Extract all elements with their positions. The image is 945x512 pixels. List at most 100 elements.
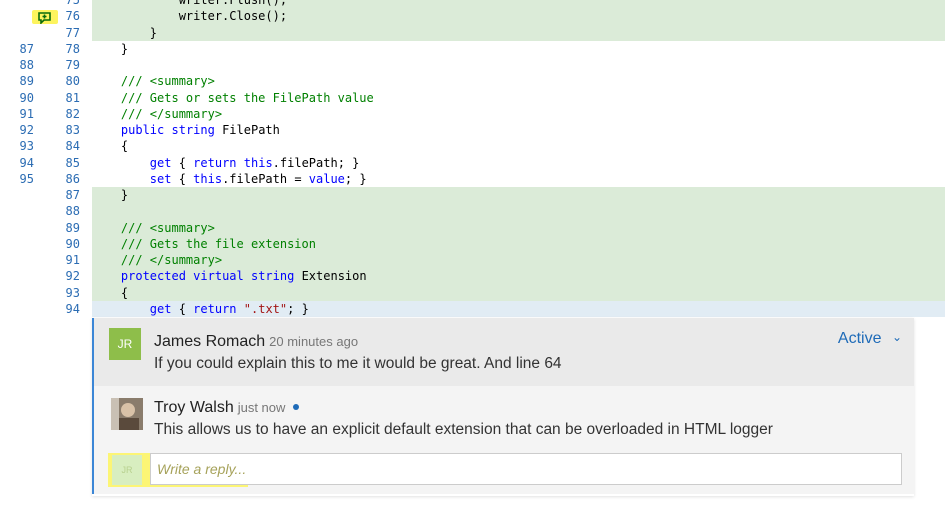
old-line-number: 90 [19,90,34,105]
code-token: get [149,155,172,170]
code-token: { [171,301,194,316]
comment-text: This allows us to have an explicit defau… [154,421,773,438]
code-token: return [193,155,237,170]
code-line: 92 83 public string FilePath [0,122,945,138]
new-line-number: 87 [65,188,80,202]
avatar: JR [109,328,141,360]
code-token: } [92,25,158,40]
comment-author[interactable]: Troy Walsh [154,399,234,416]
code-token: this [193,171,223,186]
code-text: writer.Close(); [92,8,287,24]
comment-thread: JR James Romach 20 minutes ago If you cou… [92,318,914,494]
new-line-number: 75 [65,0,80,7]
new-line-number: 92 [65,269,80,284]
new-line-number: 93 [65,285,80,300]
code-token: return [193,301,237,316]
code-line: 90 /// Gets the file extension [0,235,945,252]
new-line-number: 89 [65,220,80,235]
comment: JR James Romach 20 minutes ago If you cou… [94,318,914,386]
code-token: writer.Flush(); [92,0,288,7]
new-line-number: 80 [65,74,80,89]
code-token: virtual [193,269,244,284]
old-line-number: 93 [19,139,34,154]
code-text: /// <summary> [92,73,215,89]
status-dropdown[interactable]: Active ⌄ [838,330,902,348]
new-line-number: 86 [65,171,80,186]
unread-dot-icon [292,404,299,410]
code-line: 93 { [0,284,945,301]
line-highlight [92,284,945,301]
new-line-number: 82 [65,106,80,121]
avatar-photo-icon [111,398,143,430]
code-text: public string FilePath [92,122,280,138]
code-text: } [92,187,128,203]
code-token: FilePath [214,123,280,137]
new-line-number: 94 [65,301,80,316]
code-token: ".txt" [243,301,288,316]
diff-view: 75 writer.Flush(); 76 writer.Close(); 77 }… [0,0,945,320]
code-token: /// Gets or sets the FilePath value [92,90,374,105]
code-token: .filePath; } [272,155,360,170]
code-text: /// </summary> [92,106,222,122]
code-token: .filePath = [222,171,309,186]
code-text: } [92,25,157,41]
comment-author[interactable]: James Romach [154,333,265,350]
avatar [111,398,143,430]
old-line-number: 89 [19,74,34,89]
code-text: set { this.filePath = value; } [92,171,367,187]
old-line-number: 94 [19,155,34,170]
new-line-number: 90 [65,236,80,251]
comment-header: Troy Walsh just now [154,399,299,417]
new-line-number: 91 [65,253,80,267]
code-token: { [92,139,129,154]
new-line-number: 85 [65,155,80,170]
old-line-number: 87 [19,41,34,56]
code-token: protected [120,269,186,284]
line-highlight [92,219,945,236]
code-token: get [149,301,172,316]
code-line: 89 80 /// <summary> [0,73,945,89]
comment-timestamp: just now [237,400,286,415]
code-line: 87 } [0,187,945,204]
code-token: public [120,123,165,137]
code-token: Extension [294,269,367,284]
old-line-number: 92 [19,123,34,137]
new-line-number: 78 [65,41,80,56]
reply-input[interactable] [155,460,759,478]
code-text: /// <summary> [92,220,215,236]
code-text: } [92,41,128,57]
code-text: get { return ".txt"; } [92,301,309,317]
old-line-number: 88 [19,58,34,72]
code-token: } [92,188,129,202]
code-text: { [92,138,128,154]
code-line: 88 [0,203,945,220]
code-token: ; } [344,171,367,186]
code-token: /// <summary> [92,74,215,89]
line-highlight [92,187,945,204]
code-token: { [171,171,194,186]
code-token: string [250,269,295,284]
reply-box[interactable] [150,453,902,485]
code-token: writer.Close(); [92,9,288,24]
comment-text: If you could explain this to me it would… [154,355,562,372]
code-line: 87 78 } [0,41,945,57]
code-text: writer.Flush(); [92,0,287,8]
code-line: 89 /// <summary> [0,219,945,236]
code-line: 95 86 set { this.filePath = value; } [0,171,945,187]
code-line: 75 writer.Flush(); [0,0,945,9]
code-token: /// </summary> [92,106,223,121]
code-text: /// Gets or sets the FilePath value [92,90,374,106]
code-line: 76 writer.Close(); [0,8,945,25]
new-line-number: 88 [65,204,80,219]
new-line-number: 81 [65,90,80,105]
code-text: get { return this.filePath; } [92,155,360,171]
line-highlight [92,24,945,41]
